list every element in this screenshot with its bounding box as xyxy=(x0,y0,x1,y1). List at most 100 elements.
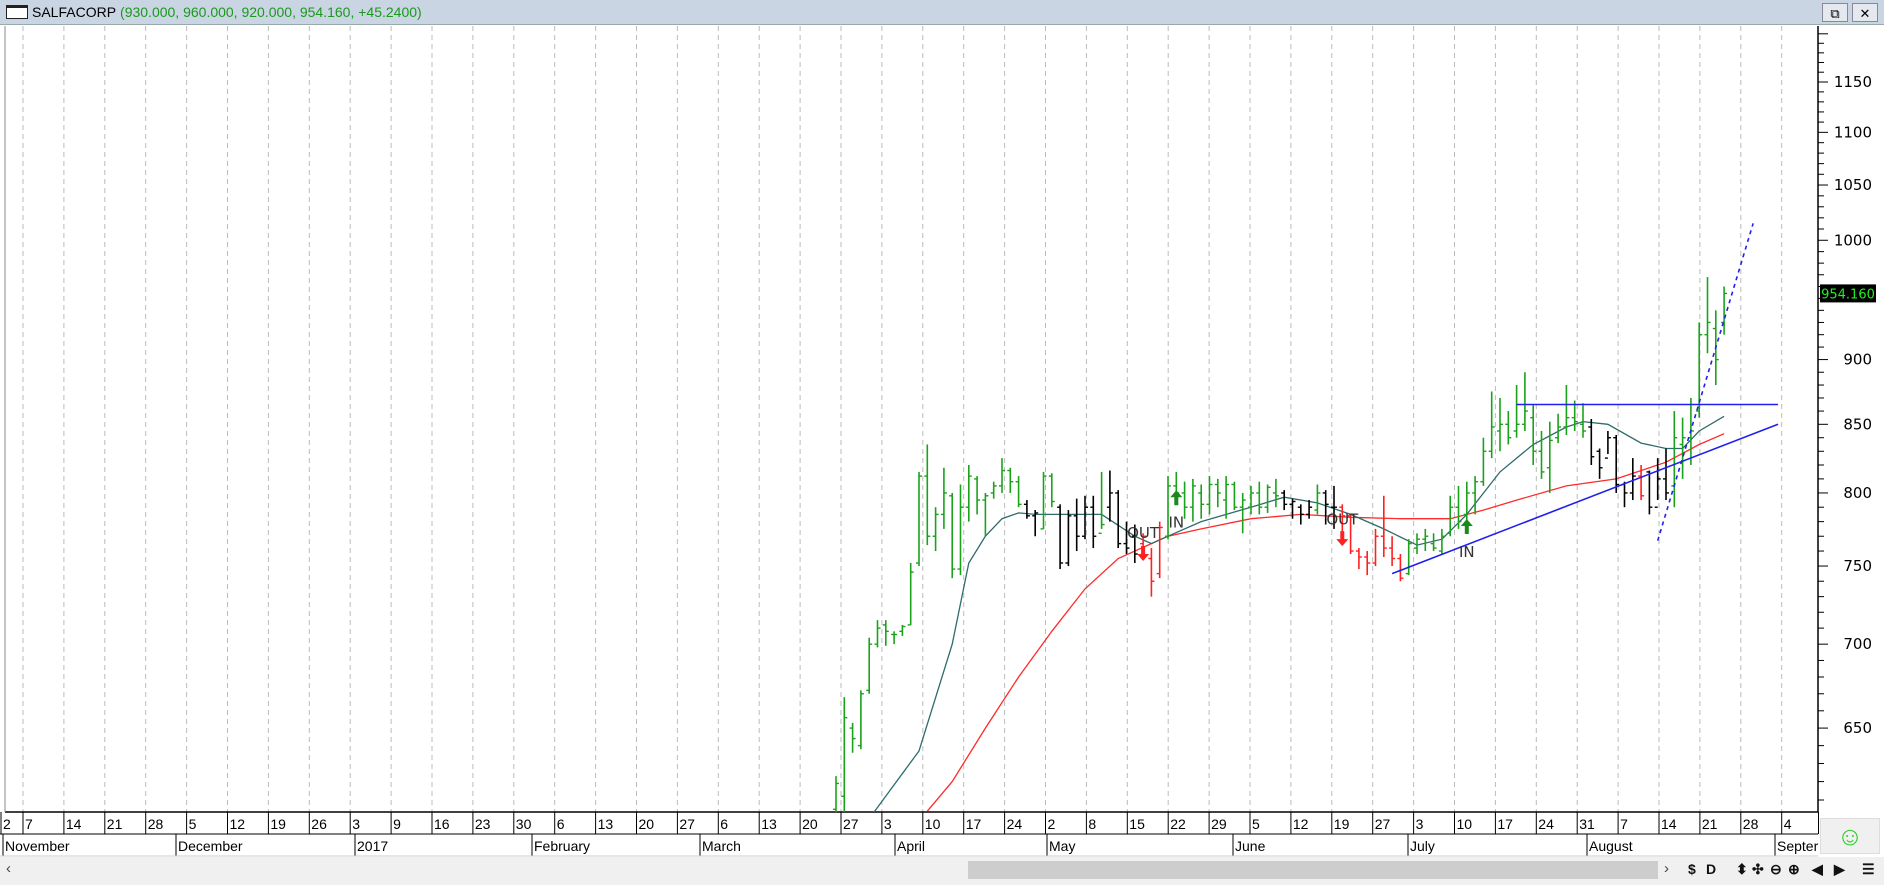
date-label: 6 xyxy=(557,816,565,832)
menu-button[interactable]: ☰ xyxy=(1862,861,1875,878)
date-label: 3 xyxy=(884,816,892,832)
date-label: 9 xyxy=(393,816,401,832)
date-label: 27 xyxy=(843,816,859,832)
date-label: 6 xyxy=(720,816,728,832)
restore-icon: ⧉ xyxy=(1830,6,1840,21)
date-label: 21 xyxy=(1702,816,1718,832)
date-label: 15 xyxy=(1129,816,1145,832)
date-label: 7 xyxy=(1620,816,1628,832)
date-label: 28 xyxy=(1743,816,1759,832)
scroll-left-button[interactable]: ‹ xyxy=(6,860,11,877)
horizontal-scrollbar[interactable]: ‹ › $ D ⬍ ✣ ⊖ ⊕ ◀ ▶ ☰ xyxy=(0,857,1884,885)
date-label: 24 xyxy=(1538,816,1554,832)
date-label: 14 xyxy=(66,816,82,832)
date-label: 31 xyxy=(1579,816,1595,832)
sell-arrow-icon xyxy=(1137,546,1150,562)
date-label: 10 xyxy=(925,816,941,832)
sell-arrow-icon xyxy=(1336,531,1349,547)
chart-title: SALFACORP (930.000, 960.000, 920.000, 954… xyxy=(32,4,422,20)
y-tick-label: 700 xyxy=(1843,635,1872,653)
refresh-button[interactable]: $ xyxy=(1688,861,1696,877)
vertical-scale-button[interactable]: ⬍ xyxy=(1736,861,1748,878)
date-label: 27 xyxy=(1375,816,1391,832)
date-label: 2 xyxy=(3,816,11,832)
date-label: 17 xyxy=(1497,816,1513,832)
price-chart[interactable]: 2 7 14 21 28 5 12 19 26 3 9 16 23 30 6 13 20 27 6 13 20 27 3 10… xyxy=(0,25,1884,857)
month-label: December xyxy=(178,838,243,854)
date-label: 22 xyxy=(1170,816,1186,832)
date-label: 8 xyxy=(1088,816,1096,832)
month-label: June xyxy=(1235,838,1266,854)
date-label: 20 xyxy=(802,816,818,832)
date-label: 3 xyxy=(1416,816,1424,832)
month-label: Septer xyxy=(1777,838,1819,854)
window-icon xyxy=(6,5,28,19)
date-label: 30 xyxy=(516,816,532,832)
close-icon: ✕ xyxy=(1859,6,1871,21)
date-label: 13 xyxy=(598,816,614,832)
y-tick-label: 650 xyxy=(1843,719,1872,737)
buy-arrow-icon xyxy=(1170,490,1183,506)
title-bar: SALFACORP (930.000, 960.000, 920.000, 954… xyxy=(0,0,1884,25)
date-label: 20 xyxy=(639,816,655,832)
month-label: April xyxy=(897,838,925,854)
date-label: 12 xyxy=(230,816,246,832)
last-price-label: 954.160 xyxy=(1821,287,1875,302)
month-label: February xyxy=(534,838,590,854)
date-label: 19 xyxy=(1334,816,1350,832)
zoom-out-button[interactable]: ⊖ xyxy=(1770,861,1782,878)
date-label: 21 xyxy=(107,816,123,832)
signal-label-out: OUT xyxy=(1326,511,1359,529)
quote-values: (930.000, 960.000, 920.000, 954.160, +45… xyxy=(120,4,422,20)
y-tick-label: 800 xyxy=(1843,484,1872,502)
y-tick-label: 1050 xyxy=(1834,176,1872,194)
date-label: 27 xyxy=(679,816,695,832)
close-button[interactable]: ✕ xyxy=(1852,3,1878,22)
date-label: 13 xyxy=(761,816,777,832)
date-label: 16 xyxy=(434,816,450,832)
month-label: March xyxy=(702,838,741,854)
signal-label-in: IN xyxy=(1168,514,1184,532)
buy-arrow-icon xyxy=(1460,518,1473,534)
scroll-back-button[interactable]: ◀ xyxy=(1812,861,1823,878)
scroll-right-button[interactable]: › xyxy=(1664,860,1669,877)
month-label: August xyxy=(1589,838,1633,854)
y-tick-label: 1100 xyxy=(1834,123,1872,141)
date-label: 5 xyxy=(189,816,197,832)
smiley-icon[interactable]: ☺ xyxy=(1820,818,1880,854)
date-label: 19 xyxy=(270,816,286,832)
moving-average-fast xyxy=(873,415,1725,812)
date-label: 14 xyxy=(1661,816,1677,832)
date-label: 26 xyxy=(311,816,327,832)
signal-label-out: OUT xyxy=(1127,524,1160,542)
date-label: 28 xyxy=(148,816,164,832)
y-tick-label: 900 xyxy=(1843,351,1872,369)
date-label: 17 xyxy=(966,816,982,832)
month-label: November xyxy=(5,838,70,854)
y-tick-label: 1000 xyxy=(1834,231,1872,249)
dotted-trendline xyxy=(1656,223,1754,541)
month-label: July xyxy=(1410,838,1435,854)
y-tick-label: 750 xyxy=(1843,557,1872,575)
scroll-forward-button[interactable]: ▶ xyxy=(1834,861,1845,878)
date-label: 3 xyxy=(352,816,360,832)
month-label: May xyxy=(1049,838,1075,854)
symbol-name: SALFACORP xyxy=(32,4,117,20)
date-label: 12 xyxy=(1293,816,1309,832)
smiley-glyph: ☺ xyxy=(1836,821,1864,851)
date-label: 10 xyxy=(1457,816,1473,832)
zoom-in-button[interactable]: ⊕ xyxy=(1788,861,1800,878)
y-tick-label: 1150 xyxy=(1834,73,1872,91)
month-label: 2017 xyxy=(357,838,388,854)
crosshair-button[interactable]: ✣ xyxy=(1752,861,1764,878)
restore-button[interactable]: ⧉ xyxy=(1822,3,1848,22)
date-label: 7 xyxy=(25,816,33,832)
date-label: 29 xyxy=(1211,816,1227,832)
daily-period-button[interactable]: D xyxy=(1706,861,1716,877)
date-label: 4 xyxy=(1784,816,1792,832)
date-label: 23 xyxy=(475,816,491,832)
signal-label-in: IN xyxy=(1459,543,1475,561)
plot-area: OUT IN OUT IN xyxy=(833,223,1779,812)
date-label: 5 xyxy=(1252,816,1260,832)
scroll-thumb[interactable] xyxy=(968,861,1658,879)
